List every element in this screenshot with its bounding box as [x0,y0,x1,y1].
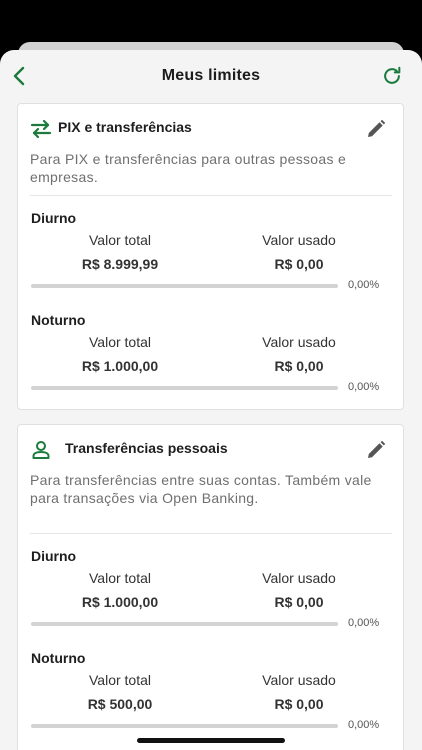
used-value: R$ 0,00 [274,256,324,272]
total-column: Valor total R$ 8.999,99 [30,230,210,274]
limit-card-pix: PIX e transferências Para PIX e transfer… [17,103,404,410]
total-value: R$ 1.000,00 [81,594,159,610]
total-label: Valor total [89,570,151,586]
usage-progress-bar [31,284,338,288]
period-noturno: Noturno Valor total R$ 1.000,00 Valor us… [18,312,403,412]
page-title: Meus limites [161,67,261,84]
used-label: Valor usado [262,570,336,586]
total-label: Valor total [89,672,151,688]
used-label: Valor usado [262,334,336,350]
chevron-left-icon [13,66,25,86]
usage-progress-bar [31,622,338,626]
period-label: Noturno [31,650,86,666]
used-value: R$ 0,00 [274,594,324,610]
person-icon [30,439,52,461]
usage-percent: 0,00% [348,617,380,629]
card-title: PIX e transferências [58,119,192,135]
back-button[interactable] [8,64,30,88]
refresh-icon [384,66,401,84]
home-indicator [137,738,285,743]
usage-percent: 0,00% [348,719,380,731]
total-value: R$ 8.999,99 [81,256,159,272]
used-column: Valor usado R$ 0,00 [209,332,389,376]
used-column: Valor usado R$ 0,00 [209,670,389,714]
divider [30,533,392,534]
card-description: Para transferências entre suas contas. T… [30,472,372,506]
total-label: Valor total [89,334,151,350]
card-title: Transferências pessoais [65,440,228,456]
pencil-icon [368,440,386,458]
period-label: Diurno [31,210,77,226]
used-label: Valor usado [262,672,336,688]
edit-button[interactable] [365,118,387,140]
card-description: Para PIX e transferências para outras pe… [30,151,347,185]
period-noturno: Noturno Valor total R$ 500,00 Valor usad… [18,650,403,750]
refresh-button[interactable] [380,64,404,88]
used-value: R$ 0,00 [274,696,324,712]
total-value: R$ 1.000,00 [81,358,159,374]
arrows-swap-icon [30,118,52,140]
total-column: Valor total R$ 1.000,00 [30,332,210,376]
period-label: Diurno [31,548,77,564]
period-diurno: Diurno Valor total R$ 1.000,00 Valor usa… [18,548,403,648]
used-column: Valor usado R$ 0,00 [209,568,389,612]
total-column: Valor total R$ 500,00 [30,670,210,714]
limits-sheet: Meus limites PIX e transferências Para P… [0,50,422,750]
total-column: Valor total R$ 1.000,00 [30,568,210,612]
used-label: Valor usado [262,232,336,248]
period-diurno: Diurno Valor total R$ 8.999,99 Valor usa… [18,210,403,310]
card-header: Transferências pessoais [18,425,403,473]
usage-progress-bar [31,724,338,728]
edit-button[interactable] [365,439,387,461]
limit-card-personal: Transferências pessoais Para transferênc… [17,424,404,750]
usage-percent: 0,00% [348,381,380,393]
usage-progress-bar [31,386,338,390]
used-column: Valor usado R$ 0,00 [209,230,389,274]
period-label: Noturno [31,312,86,328]
divider [30,195,392,196]
pencil-icon [368,119,386,137]
usage-percent: 0,00% [348,279,380,291]
total-value: R$ 500,00 [87,696,153,712]
header: Meus limites [0,50,422,102]
card-header: PIX e transferências [18,104,403,152]
total-label: Valor total [89,232,151,248]
used-value: R$ 0,00 [274,358,324,374]
